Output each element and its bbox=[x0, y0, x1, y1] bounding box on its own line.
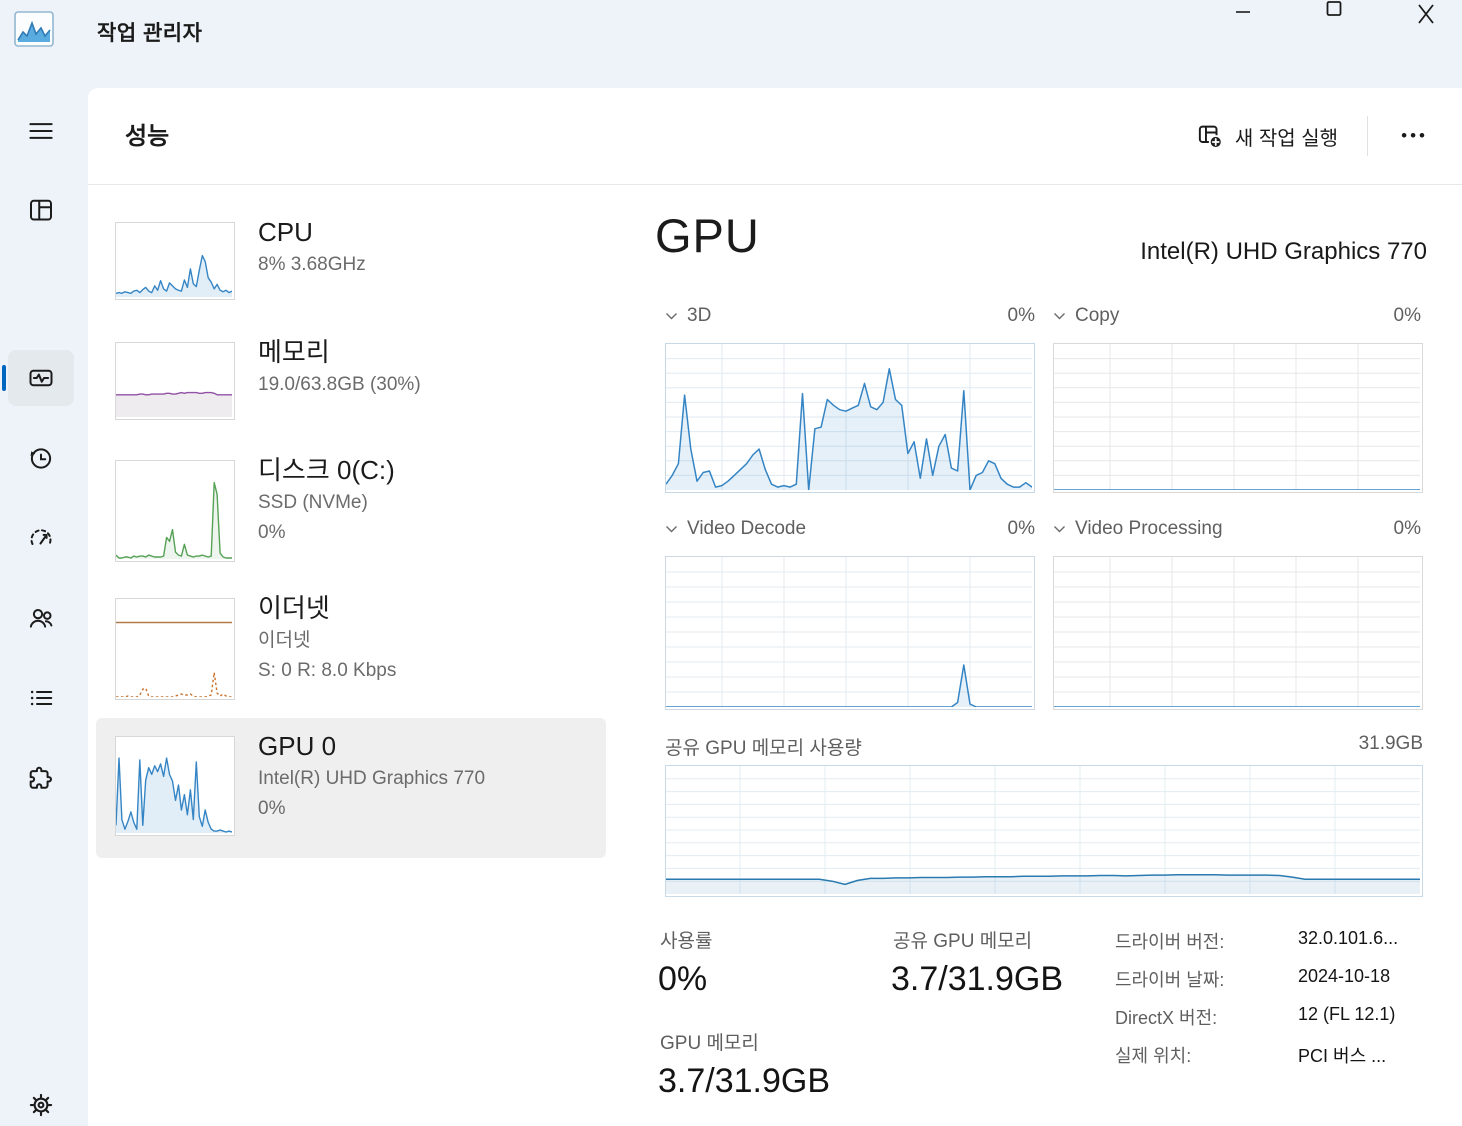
header-divider bbox=[1367, 116, 1368, 156]
stat-utilization-value: 0% bbox=[658, 960, 708, 998]
perf-item-sub: 19.0/63.8GB (30%) bbox=[258, 374, 421, 395]
detail-driver-version-value: 32.0.101.6... bbox=[1298, 928, 1399, 948]
sidebar-item-startup-apps[interactable] bbox=[8, 510, 74, 566]
perf-item-title: CPU bbox=[258, 217, 313, 247]
close-button[interactable] bbox=[1403, 0, 1449, 32]
perf-item-memory[interactable]: 메모리 19.0/63.8GB (30%) bbox=[96, 328, 606, 446]
detail-physical-location-label: 실제 위치: bbox=[1115, 1046, 1192, 1066]
gpu-mini-chart bbox=[115, 736, 235, 836]
gpu-copy-chart bbox=[1053, 343, 1423, 493]
task-manager-window: 작업 관리자 성능 새 작업 실행 ••• CPU 8% 3.68GHz 메모리… bbox=[0, 0, 1462, 1126]
performance-icon bbox=[29, 369, 53, 387]
detail-driver-date-label: 드라이버 날짜: bbox=[1115, 970, 1225, 990]
selected-indicator bbox=[2, 365, 6, 391]
shared-memory-label: 공유 GPU 메모리 사용량 bbox=[665, 738, 862, 759]
startup-apps-icon bbox=[30, 529, 52, 545]
maximize-button[interactable] bbox=[1311, 0, 1357, 32]
new-task-icon bbox=[1198, 125, 1223, 149]
engine-label-3d: 3D bbox=[687, 305, 712, 326]
engine-label-video-processing: Video Processing bbox=[1075, 518, 1223, 539]
minimize-icon bbox=[1236, 11, 1250, 13]
perf-item-title: 메모리 bbox=[258, 337, 330, 367]
sidebar-item-users[interactable] bbox=[8, 590, 74, 646]
ethernet-mini-chart bbox=[115, 598, 235, 700]
sidebar-item-processes[interactable] bbox=[8, 182, 74, 238]
chevron-down-icon[interactable] bbox=[665, 525, 678, 534]
perf-item-gpu[interactable]: GPU 0 Intel(R) UHD Graphics 770 0% bbox=[96, 718, 606, 858]
sidebar-item-app-history[interactable] bbox=[8, 430, 74, 486]
services-icon bbox=[29, 766, 52, 789]
perf-item-sub: 0% bbox=[258, 522, 286, 543]
minimize-button[interactable] bbox=[1220, 0, 1266, 32]
perf-item-title: GPU 0 bbox=[258, 731, 337, 761]
gpu-name: Intel(R) UHD Graphics 770 bbox=[1140, 238, 1427, 265]
video-processing-chart bbox=[1053, 556, 1423, 710]
perf-item-title: 디스크 0(C:) bbox=[258, 455, 395, 485]
detail-driver-version-label: 드라이버 버전: bbox=[1115, 932, 1225, 952]
detail-directx-version-value: 12 (FL 12.1) bbox=[1298, 1004, 1396, 1024]
memory-mini-chart bbox=[115, 342, 235, 420]
more-options-button[interactable]: ••• bbox=[1395, 116, 1434, 156]
engine-value-video-processing: 0% bbox=[1393, 518, 1421, 539]
perf-item-sub: SSD (NVMe) bbox=[258, 492, 368, 513]
stat-gpu-memory-label: GPU 메모리 bbox=[660, 1033, 759, 1054]
maximize-icon bbox=[1326, 1, 1342, 16]
engine-value-copy: 0% bbox=[1393, 305, 1421, 326]
shared-memory-chart bbox=[665, 765, 1423, 897]
detail-directx-version-label: DirectX 버전: bbox=[1115, 1008, 1218, 1028]
titlebar: 작업 관리자 bbox=[0, 0, 1462, 88]
engine-value-video-decode: 0% bbox=[1007, 518, 1035, 539]
sidebar-item-settings[interactable] bbox=[8, 1077, 74, 1126]
app-logo-icon bbox=[14, 11, 54, 47]
run-new-task-button[interactable]: 새 작업 실행 bbox=[1191, 116, 1344, 156]
perf-item-ethernet[interactable]: 이더넷 이더넷 S: 0 R: 8.0 Kbps bbox=[96, 584, 606, 720]
run-new-task-label: 새 작업 실행 bbox=[1234, 127, 1338, 150]
details-icon bbox=[30, 690, 53, 706]
engine-label-copy: Copy bbox=[1075, 305, 1120, 326]
stat-shared-memory-value: 3.7/31.9GB bbox=[891, 960, 1064, 998]
disk-mini-chart bbox=[115, 460, 235, 562]
stat-utilization-label: 사용률 bbox=[660, 931, 713, 952]
hamburger-icon bbox=[29, 123, 53, 139]
perf-item-disk[interactable]: 디스크 0(C:) SSD (NVMe) 0% bbox=[96, 446, 606, 582]
header-separator bbox=[88, 184, 1462, 185]
chevron-down-icon[interactable] bbox=[1053, 525, 1066, 534]
video-decode-chart bbox=[665, 556, 1035, 710]
detail-driver-date-value: 2024-10-18 bbox=[1298, 966, 1391, 986]
gpu-panel-title: GPU bbox=[655, 209, 760, 262]
perf-item-title: 이더넷 bbox=[258, 593, 330, 623]
settings-gear-icon bbox=[29, 1093, 53, 1117]
sidebar bbox=[0, 88, 88, 1126]
perf-item-sub: 8% 3.68GHz bbox=[258, 254, 366, 275]
users-icon bbox=[29, 608, 53, 628]
page-title: 성능 bbox=[125, 123, 170, 150]
perf-item-sub: Intel(R) UHD Graphics 770 bbox=[258, 768, 486, 789]
chevron-down-icon[interactable] bbox=[665, 312, 678, 321]
sidebar-menu-button[interactable] bbox=[8, 103, 74, 159]
chevron-down-icon[interactable] bbox=[1053, 312, 1066, 321]
detail-physical-location-value: PCI 버스 ... bbox=[1298, 1046, 1387, 1066]
gpu-3d-chart bbox=[665, 343, 1035, 493]
app-history-icon bbox=[30, 448, 52, 469]
sidebar-item-performance[interactable] bbox=[8, 350, 74, 406]
main-panel: 성능 새 작업 실행 ••• CPU 8% 3.68GHz 메모리 19.0/6… bbox=[88, 88, 1462, 1126]
cpu-mini-chart bbox=[115, 222, 235, 300]
app-title: 작업 관리자 bbox=[97, 22, 203, 45]
stat-gpu-memory-value: 3.7/31.9GB bbox=[658, 1062, 831, 1100]
sidebar-item-services[interactable] bbox=[8, 750, 74, 806]
shared-memory-header: 공유 GPU 메모리 사용량 31.9GB bbox=[665, 733, 1423, 760]
stat-shared-memory-label: 공유 GPU 메모리 bbox=[893, 931, 1033, 952]
processes-icon bbox=[30, 199, 52, 221]
perf-item-sub: 0% bbox=[258, 798, 286, 819]
sidebar-item-details[interactable] bbox=[8, 670, 74, 726]
perf-item-sub: S: 0 R: 8.0 Kbps bbox=[258, 660, 397, 681]
close-icon bbox=[1418, 4, 1434, 24]
engine-label-video-decode: Video Decode bbox=[687, 518, 807, 539]
shared-memory-max: 31.9GB bbox=[1358, 733, 1423, 754]
perf-item-sub: 이더넷 bbox=[258, 630, 311, 651]
perf-item-cpu[interactable]: CPU 8% 3.68GHz bbox=[96, 208, 606, 326]
engine-value-3d: 0% bbox=[1007, 305, 1035, 326]
